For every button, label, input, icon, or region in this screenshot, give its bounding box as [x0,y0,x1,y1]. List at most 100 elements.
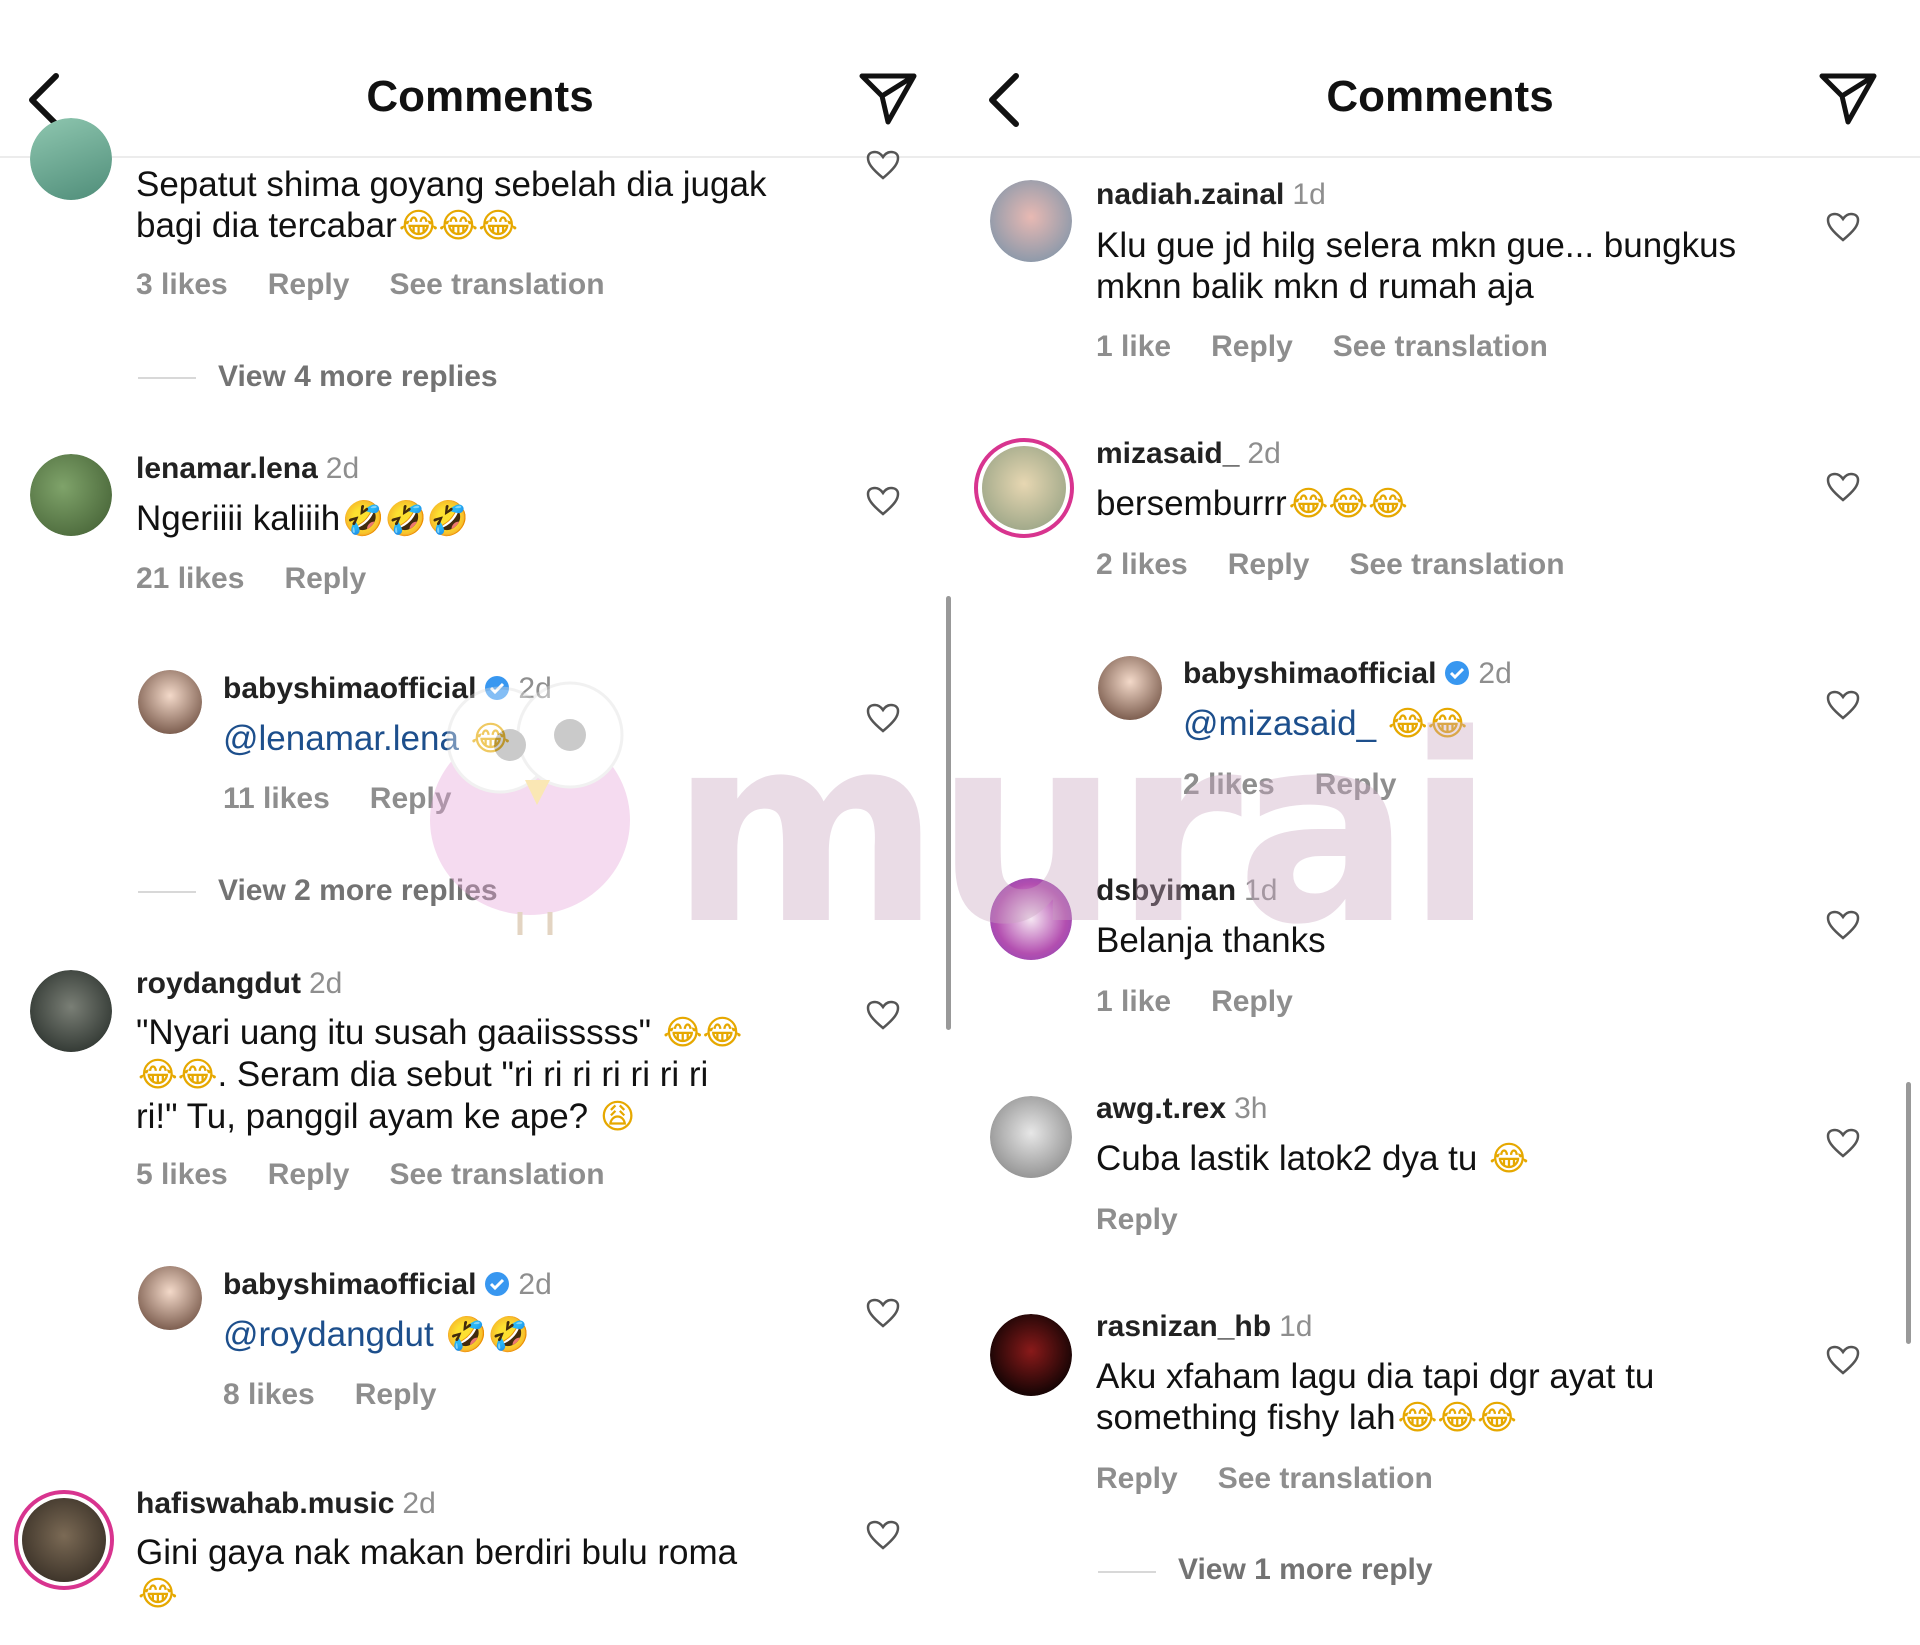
heart-icon[interactable] [866,703,900,733]
mention-link[interactable]: @mizasaid_ [1183,704,1376,743]
view-more-replies-button[interactable]: View 1 more reply [1178,1553,1433,1587]
comment-actions: 21 likes Reply [136,562,406,596]
username[interactable]: nadiah.zainal [1096,178,1284,211]
laughing-emoji-icon: 😂😂 [1387,704,1468,744]
rofl-emoji-icon: 🤣🤣 [445,1315,531,1355]
comment-actions: 3 likes Reply See translation [136,268,645,302]
comment-header: nadiah.zainal 1d [1096,178,1326,212]
comment-header: dsbyiman 1d [1096,874,1277,908]
avatar[interactable] [990,1314,1072,1396]
reply-button[interactable]: Reply [1096,1203,1178,1236]
reply-button[interactable]: Reply [268,268,350,301]
laughing-emoji-icon: 😂😂😂 [1288,484,1408,524]
likes-count[interactable]: 5 likes [136,1158,228,1191]
heart-icon[interactable] [866,1298,900,1328]
send-paper-plane-icon[interactable] [1818,70,1878,126]
laughing-emoji-icon: 😂😂 [138,1055,218,1095]
page-title: Comments [1326,72,1554,121]
username[interactable]: babyshimaofficial [223,1268,476,1301]
username[interactable]: mizasaid_ [1096,437,1239,470]
comment-text: @mizasaid_ 😂😂 [1183,703,1467,745]
timestamp: 2d [518,672,552,705]
likes-count[interactable]: 2 likes [1183,768,1275,801]
comment-text: Gini gaya nak makan berdiri bulu roma 😂 [136,1533,738,1614]
laughing-emoji-icon: 😂 [470,719,511,759]
timestamp: 1d [1244,874,1278,907]
avatar[interactable] [990,1096,1072,1178]
heart-icon[interactable] [866,1520,900,1550]
likes-count[interactable]: 2 likes [1096,548,1188,581]
reply-button[interactable]: Reply [1228,548,1310,581]
username[interactable]: roydangdut [136,967,301,1000]
username[interactable]: hafiswahab.music [136,1487,394,1520]
verified-badge-icon [485,676,510,700]
comment-text: Ngeriiii kaliiih🤣🤣🤣 [136,499,470,539]
comment-text: Aku xfaham lagu dia tapi dgr ayat tu some… [1096,1357,1655,1438]
comment-header: babyshimaofficial 2d [223,1268,552,1302]
see-translation-button[interactable]: See translation [1349,548,1564,581]
view-more-replies-button[interactable]: View 4 more replies [218,360,498,394]
scrollbar[interactable] [946,596,951,1030]
heart-icon[interactable] [1826,472,1860,502]
likes-count[interactable]: 11 likes [223,782,330,815]
avatar[interactable] [30,118,112,200]
heart-icon[interactable] [866,486,900,516]
heart-icon[interactable] [1826,1128,1860,1158]
username[interactable]: rasnizan_hb [1096,1310,1271,1343]
comment-text: Klu gue jd hilg selera mkn gue... bungku… [1096,226,1737,306]
heart-icon[interactable] [1826,212,1860,242]
avatar[interactable] [990,878,1072,960]
likes-count[interactable]: 3 likes [136,268,228,301]
username[interactable]: dsbyiman [1096,874,1236,907]
heart-icon[interactable] [1826,690,1860,720]
avatar[interactable] [30,454,112,536]
reply-button[interactable]: Reply [1211,330,1293,363]
avatar[interactable] [30,970,112,1052]
reply-button[interactable]: Reply [284,562,366,595]
verified-badge-icon [1445,661,1470,685]
weary-emoji-icon: 😩 [599,1097,636,1137]
avatar[interactable] [974,438,1074,538]
avatar[interactable] [138,670,202,734]
mention-link[interactable]: @lenamar.lena [223,719,459,758]
username[interactable]: babyshimaofficial [1183,657,1436,690]
heart-icon[interactable] [1826,910,1860,940]
comment-actions: 11 likes Reply [223,782,491,816]
heart-icon[interactable] [866,1000,900,1030]
see-translation-button[interactable]: See translation [1333,330,1548,363]
avatar[interactable] [14,1490,114,1590]
reply-button[interactable]: Reply [355,1378,437,1411]
reply-button[interactable]: Reply [1315,768,1397,801]
view-more-replies-button[interactable]: View 2 more replies [218,874,498,908]
likes-count[interactable]: 21 likes [136,562,244,595]
avatar[interactable] [990,180,1072,262]
comment-header: mizasaid_ 2d [1096,437,1281,471]
likes-count[interactable]: 1 like [1096,330,1171,363]
avatar[interactable] [1098,656,1162,720]
see-translation-button[interactable]: See translation [389,268,604,301]
timestamp: 2d [402,1487,436,1520]
mention-link[interactable]: @roydangdut [223,1315,434,1354]
timestamp: 1d [1279,1310,1313,1343]
left-comments-panel: Comments Sepatut shima goyang sebelah di… [0,0,960,1645]
see-translation-button[interactable]: See translation [389,1158,604,1191]
divider-line [138,891,196,893]
heart-icon[interactable] [866,150,900,180]
send-paper-plane-icon[interactable] [858,70,918,126]
reply-button[interactable]: Reply [268,1158,350,1191]
reply-button[interactable]: Reply [370,782,452,815]
username[interactable]: babyshimaofficial [223,672,476,705]
username[interactable]: lenamar.lena [136,452,318,485]
likes-count[interactable]: 1 like [1096,985,1171,1018]
username[interactable]: awg.t.rex [1096,1092,1226,1125]
likes-count[interactable]: 8 likes [223,1378,315,1411]
reply-button[interactable]: Reply [1096,1462,1178,1495]
see-translation-button[interactable]: See translation [1218,1462,1433,1495]
comment-actions: 1 like Reply [1096,985,1333,1019]
comment-text: @roydangdut 🤣🤣 [223,1314,530,1356]
heart-icon[interactable] [1826,1345,1860,1375]
avatar[interactable] [138,1266,202,1330]
reply-button[interactable]: Reply [1211,985,1293,1018]
comment-header: lenamar.lena 2d [136,452,359,486]
scrollbar[interactable] [1906,1082,1911,1344]
